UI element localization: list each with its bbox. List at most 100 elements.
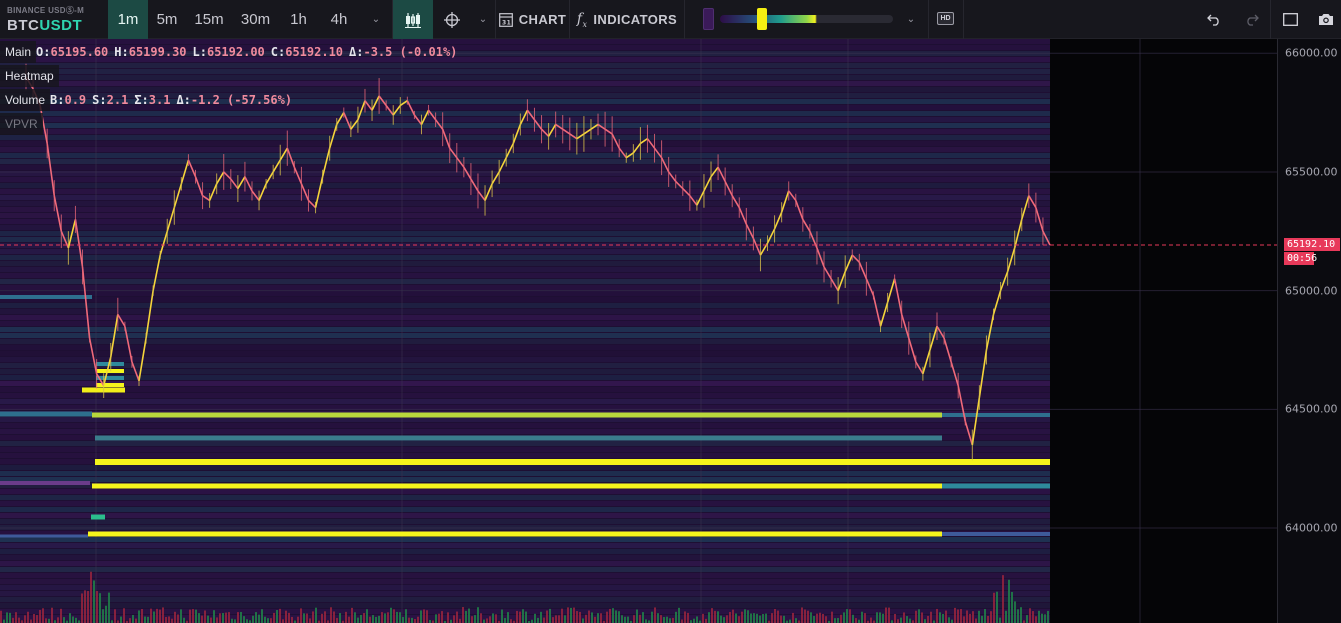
candles-button[interactable] [393,0,433,39]
price-axis[interactable]: 66000.00 65500.00 65000.00 64500.00 64000.00… [1277,39,1341,623]
volume-bar [627,616,629,623]
timeframe-1h[interactable]: 1h [279,0,318,39]
volume-bar [804,609,806,623]
volume-bar [276,610,278,623]
volume-bar [888,607,890,623]
volume-bar [258,614,260,623]
liquidity-row [0,477,1050,482]
volume-bar [387,612,389,623]
volume-bar [993,592,995,623]
liquidity-wall [96,383,124,387]
volume-bar [144,616,146,623]
liquidity-row [0,495,1050,500]
volume-bar [582,618,584,623]
liquidity-row [0,471,1050,476]
volume-bar [75,617,77,623]
volume-bar [735,613,737,623]
liquidity-row [0,549,1050,554]
volume-bar [48,618,50,623]
crosshair-button[interactable] [433,0,471,39]
legend-field: H:65199.30 [114,45,186,59]
liquidity-row [0,351,1050,356]
undo-button[interactable] [1199,0,1229,39]
timeframe-30m[interactable]: 30m [232,0,279,39]
liquidity-row [0,147,1050,152]
legend-field-value: 65192.00 [206,45,265,59]
volume-bar [942,613,944,623]
volume-bar [372,615,374,623]
volume-bar [777,610,779,623]
liquidity-row [0,567,1050,572]
volume-bar [654,607,656,623]
volume-bar [741,611,743,623]
liquidity-row [0,453,1050,458]
liquidity-row [0,141,1050,146]
volume-bar [213,610,215,623]
legend-vpvr-label[interactable]: VPVR [0,113,43,135]
legend-heatmap-label[interactable]: Heatmap [0,65,59,87]
slider-thumb[interactable] [757,8,767,30]
volume-bar [180,609,182,623]
volume-bar [660,615,662,623]
volume-bar [573,607,575,623]
redo-button[interactable] [1237,0,1267,39]
volume-bar [516,610,518,623]
volume-bar [159,609,161,623]
liquidity-wall [91,514,105,520]
volume-bar [501,609,503,623]
volume-bar [183,617,185,623]
volume-bar [882,613,884,623]
color-swatch[interactable] [703,8,714,30]
volume-bar [537,617,539,623]
legend-field-key: Σ: [134,93,149,107]
liquidity-row [0,315,1050,320]
volume-bar [129,618,131,623]
liquidity-row [0,603,1050,608]
liquidity-row [0,393,1050,398]
indicators-button[interactable]: fx INDICATORS [570,0,684,39]
legend-main-label[interactable]: Main [0,41,37,63]
volume-bar [579,611,581,623]
volume-bar [936,608,938,623]
volume-bar [624,616,626,623]
timeframe-4h[interactable]: 4h [318,0,360,39]
legend-field-value: 3.1 [148,93,171,107]
volume-bar [24,615,26,623]
liquidity-row [0,369,1050,374]
timeframe-1m[interactable]: 1m [108,0,148,39]
heatmap-contrast-slider[interactable] [700,0,928,39]
volume-bar [381,612,383,623]
crosshair-dropdown[interactable]: ⌄ [471,0,495,39]
timeframe-15m[interactable]: 15m [186,0,232,39]
legend-field: C:65192.10 [271,45,343,59]
volume-bar [384,613,386,623]
volume-bar [921,612,923,623]
liquidity-row [0,507,1050,512]
symbol-selector[interactable]: BINANCE USDⓈ-M BTCUSDT [0,0,108,38]
screenshot-button[interactable] [1311,0,1341,39]
liquidity-row [0,207,1050,212]
volume-bar [663,617,665,623]
fullscreen-button[interactable] [1275,0,1305,39]
chart-button[interactable]: 31 CHART [496,0,569,39]
volume-bar [270,618,272,623]
slider-track[interactable] [720,15,893,23]
timeframe-dropdown[interactable]: ⌄ [360,0,392,39]
liquidity-wall [955,459,1050,465]
current-price-flag: 65192.10 [1284,238,1340,252]
volume-bar [540,611,542,623]
volume-bar [237,612,239,623]
liquidity-row [0,465,1050,470]
slider-dropdown[interactable]: ⌄ [897,0,925,39]
legend-volume-label[interactable]: Volume [0,89,51,111]
timeframe-5m[interactable]: 5m [148,0,186,39]
volume-bar [678,607,680,623]
volume-bar [189,609,191,623]
volume-bar [585,614,587,623]
volume-bar [960,609,962,623]
volume-bar [957,609,959,623]
hd-toggle[interactable]: HD [937,12,954,25]
liquidity-row [0,189,1050,194]
legend-field-key: Δ: [176,93,191,107]
volume-bar [486,618,488,623]
